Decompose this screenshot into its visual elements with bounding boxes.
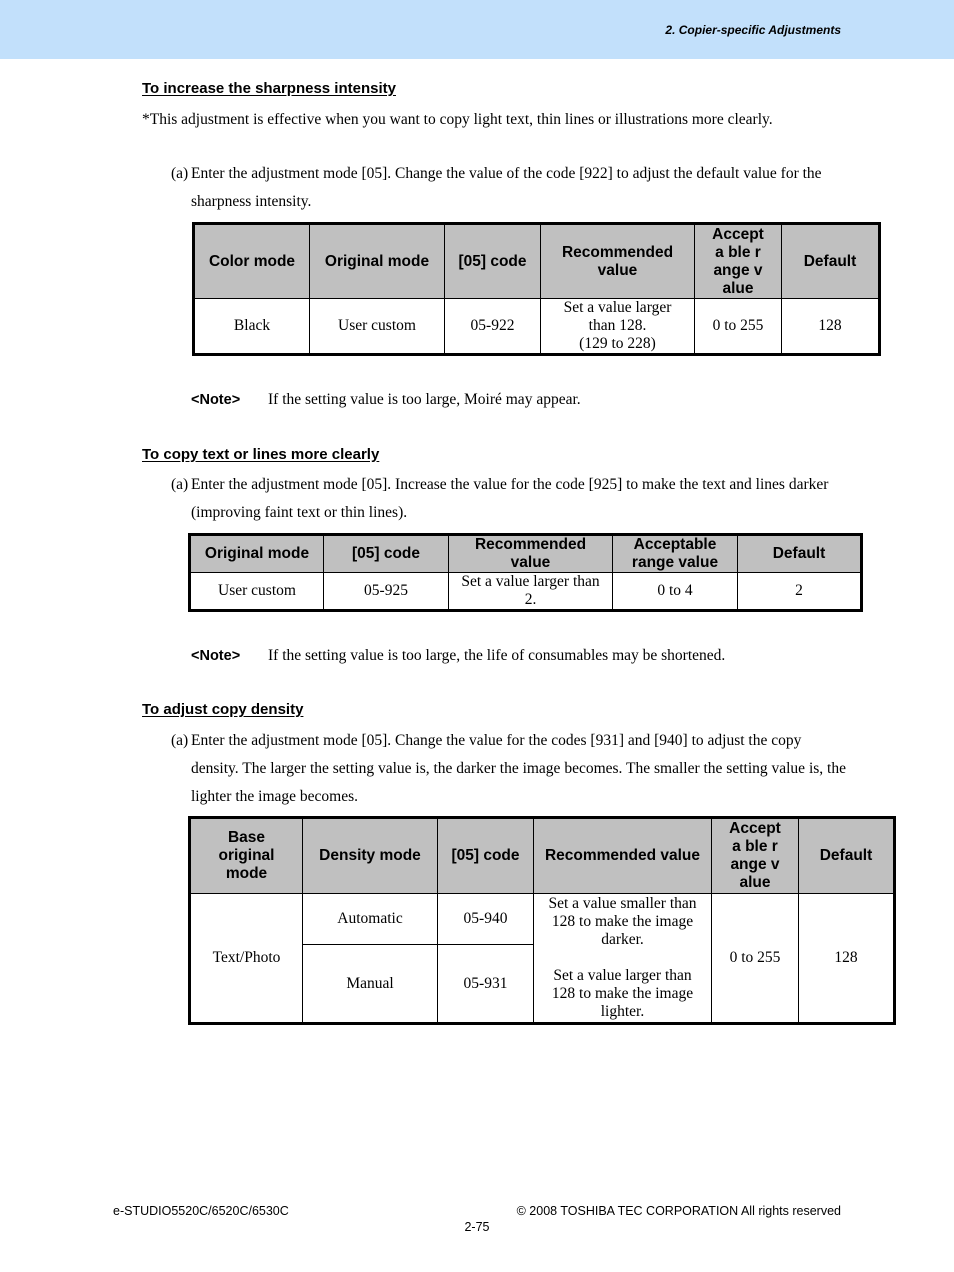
section-heading-sharpness: To increase the sharpness intensity: [142, 80, 396, 97]
cell-density-mode: Automatic: [302, 893, 438, 945]
page-number: 2-75: [464, 1220, 490, 1234]
footer-model: e-STUDIO5520C/6520C/6530C: [113, 1204, 289, 1218]
text-lines-table: Original mode [05] code Recommended valu…: [188, 533, 863, 612]
col-default: Default: [737, 534, 862, 573]
note-label: <Note>: [191, 648, 241, 664]
cell-recommended: Set a value larger than 2.: [448, 572, 613, 611]
cell-range: 0 to 255: [711, 893, 799, 1024]
recommended-line: (129 to 228): [579, 335, 656, 352]
col-code: [05] code: [444, 223, 541, 299]
recommended-darker: Set a value smaller than 128 to make the…: [548, 895, 697, 948]
cell-original-mode: User custom: [189, 572, 324, 611]
col-recommended: Recommended value: [540, 223, 695, 299]
col-recommended: Recommended value: [448, 534, 613, 573]
step-text: Enter the adjustment mode [05]. Change t…: [191, 732, 846, 805]
col-range: Acceptable range value: [612, 534, 738, 573]
copy-density-step-a: (a) Enter the adjustment mode [05]. Chan…: [171, 727, 851, 811]
col-recommended: Recommended value: [533, 817, 712, 894]
cell-code: 05-922: [444, 298, 541, 355]
col-range-label: Accepta ble range value: [729, 820, 781, 891]
step-label: (a): [171, 476, 189, 493]
cell-base-mode: Text/Photo: [189, 893, 303, 1024]
cell-range: 0 to 4: [612, 572, 738, 611]
cell-density-mode: Manual: [302, 944, 438, 1024]
page-header: 2. Copier-specific Adjustments: [0, 0, 954, 59]
col-base-mode-label: Base original mode: [218, 829, 275, 882]
step-text: Enter the adjustment mode [05]. Increase…: [191, 476, 829, 521]
sharpness-intro: *This adjustment is effective when you w…: [142, 111, 773, 128]
footer-copyright: © 2008 TOSHIBA TEC CORPORATION All right…: [516, 1204, 841, 1218]
cell-code: 05-925: [323, 572, 449, 611]
table-header-row: Color mode Original mode [05] code Recom…: [193, 223, 880, 299]
table-row: Text/Photo Automatic 05-940 Set a value …: [189, 893, 895, 1024]
section-heading-text-lines: To copy text or lines more clearly: [142, 446, 380, 463]
recommended-line: than 128.: [588, 317, 647, 334]
cell-range: 0 to 255: [694, 298, 782, 355]
cell-code: 05-940: [437, 893, 534, 945]
recommended-line: Set a value larger: [563, 299, 672, 316]
col-range-label: Acceptable range value: [631, 536, 719, 571]
col-range-label: Accepta ble range value: [712, 225, 764, 297]
col-code: [05] code: [437, 817, 534, 894]
text-lines-note: <Note> If the setting value is too large,…: [191, 647, 725, 665]
step-label: (a): [171, 732, 189, 749]
col-default: Default: [798, 817, 895, 894]
recommended-lighter: Set a value larger than 128 to make the …: [551, 967, 694, 1020]
cell-color-mode: Black: [193, 298, 310, 355]
cell-original-mode: User custom: [309, 298, 445, 355]
chapter-title: 2. Copier-specific Adjustments: [665, 23, 841, 37]
table-header-row: Base original mode Density mode [05] cod…: [189, 817, 895, 894]
col-range: Accepta ble range value: [694, 223, 782, 299]
col-base-mode: Base original mode: [189, 817, 303, 894]
text-lines-step-a: (a) Enter the adjustment mode [05]. Incr…: [171, 471, 831, 527]
col-density-mode: Density mode: [302, 817, 438, 894]
section-heading-copy-density: To adjust copy density: [142, 701, 304, 718]
copy-density-table: Base original mode Density mode [05] cod…: [188, 816, 896, 1025]
table-header-row: Original mode [05] code Recommended valu…: [189, 534, 862, 573]
sharpness-table: Color mode Original mode [05] code Recom…: [192, 222, 881, 356]
table-row: Black User custom 05-922 Set a value lar…: [193, 298, 880, 355]
sharpness-step-a: (a) Enter the adjustment mode [05]. Chan…: [171, 160, 831, 216]
step-label: (a): [171, 165, 189, 182]
cell-recommended: Set a value smaller than 128 to make the…: [533, 893, 712, 1024]
col-original-mode: Original mode: [189, 534, 324, 573]
table-row: User custom 05-925 Set a value larger th…: [189, 572, 862, 611]
step-text: Enter the adjustment mode [05]. Change t…: [191, 165, 822, 210]
cell-default: 2: [737, 572, 862, 611]
sharpness-note: <Note> If the setting value is too large,…: [191, 391, 581, 409]
col-recommended-label: Recommended value: [474, 536, 587, 571]
col-color-mode: Color mode: [193, 223, 310, 299]
col-code: [05] code: [323, 534, 449, 573]
col-original-mode: Original mode: [309, 223, 445, 299]
cell-recommended: Set a value larger than 128. (129 to 228…: [540, 298, 695, 355]
cell-default: 128: [798, 893, 895, 1024]
note-text: If the setting value is too large, the l…: [268, 647, 726, 664]
cell-default: 128: [781, 298, 880, 355]
note-text: If the setting value is too large, Moiré…: [268, 391, 581, 408]
col-recommended-label: Recommended value: [561, 243, 674, 279]
col-range: Accepta ble range value: [711, 817, 799, 894]
col-default: Default: [781, 223, 880, 299]
cell-code: 05-931: [437, 944, 534, 1024]
note-label: <Note>: [191, 392, 241, 408]
